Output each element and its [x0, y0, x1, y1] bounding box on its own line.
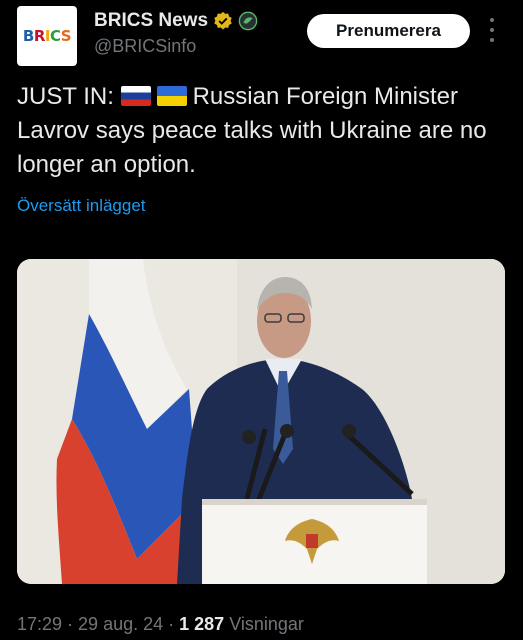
display-name[interactable]: BRICS News — [94, 10, 208, 32]
post-header: BRICS BRICS News @BRICSinfo Prenumerera — [17, 6, 523, 68]
translate-post-link[interactable]: Översätt inlägget — [17, 196, 146, 216]
post-text: JUST IN: Russian Foreign Minister Lavrov… — [17, 80, 512, 182]
views-count[interactable]: 1 287 — [179, 614, 224, 634]
lavrov-podium-photo — [17, 259, 505, 584]
meta-separator: · — [62, 614, 79, 634]
russia-flag-icon — [120, 86, 151, 106]
post-meta: 17:29 · 29 aug. 24 · 1 287 Visningar — [17, 614, 304, 635]
avatar-logo: BRICS — [22, 27, 72, 45]
avatar[interactable]: BRICS — [17, 6, 77, 66]
verified-badge-icon[interactable] — [213, 11, 233, 31]
meta-separator: · — [163, 614, 180, 634]
author-info: BRICS News @BRICSinfo — [94, 10, 258, 57]
post-text-prefix: JUST IN: — [17, 83, 114, 110]
affiliate-badge-icon[interactable] — [238, 11, 258, 31]
post-image[interactable] — [17, 259, 505, 584]
views-label: Visningar — [229, 614, 304, 634]
handle[interactable]: @BRICSinfo — [94, 36, 258, 57]
post-time[interactable]: 17:29 — [17, 614, 62, 634]
post-date[interactable]: 29 aug. 24 — [78, 614, 163, 634]
subscribe-button[interactable]: Prenumerera — [307, 14, 470, 48]
ukraine-flag-icon — [156, 86, 187, 106]
more-options-icon[interactable] — [483, 18, 501, 42]
